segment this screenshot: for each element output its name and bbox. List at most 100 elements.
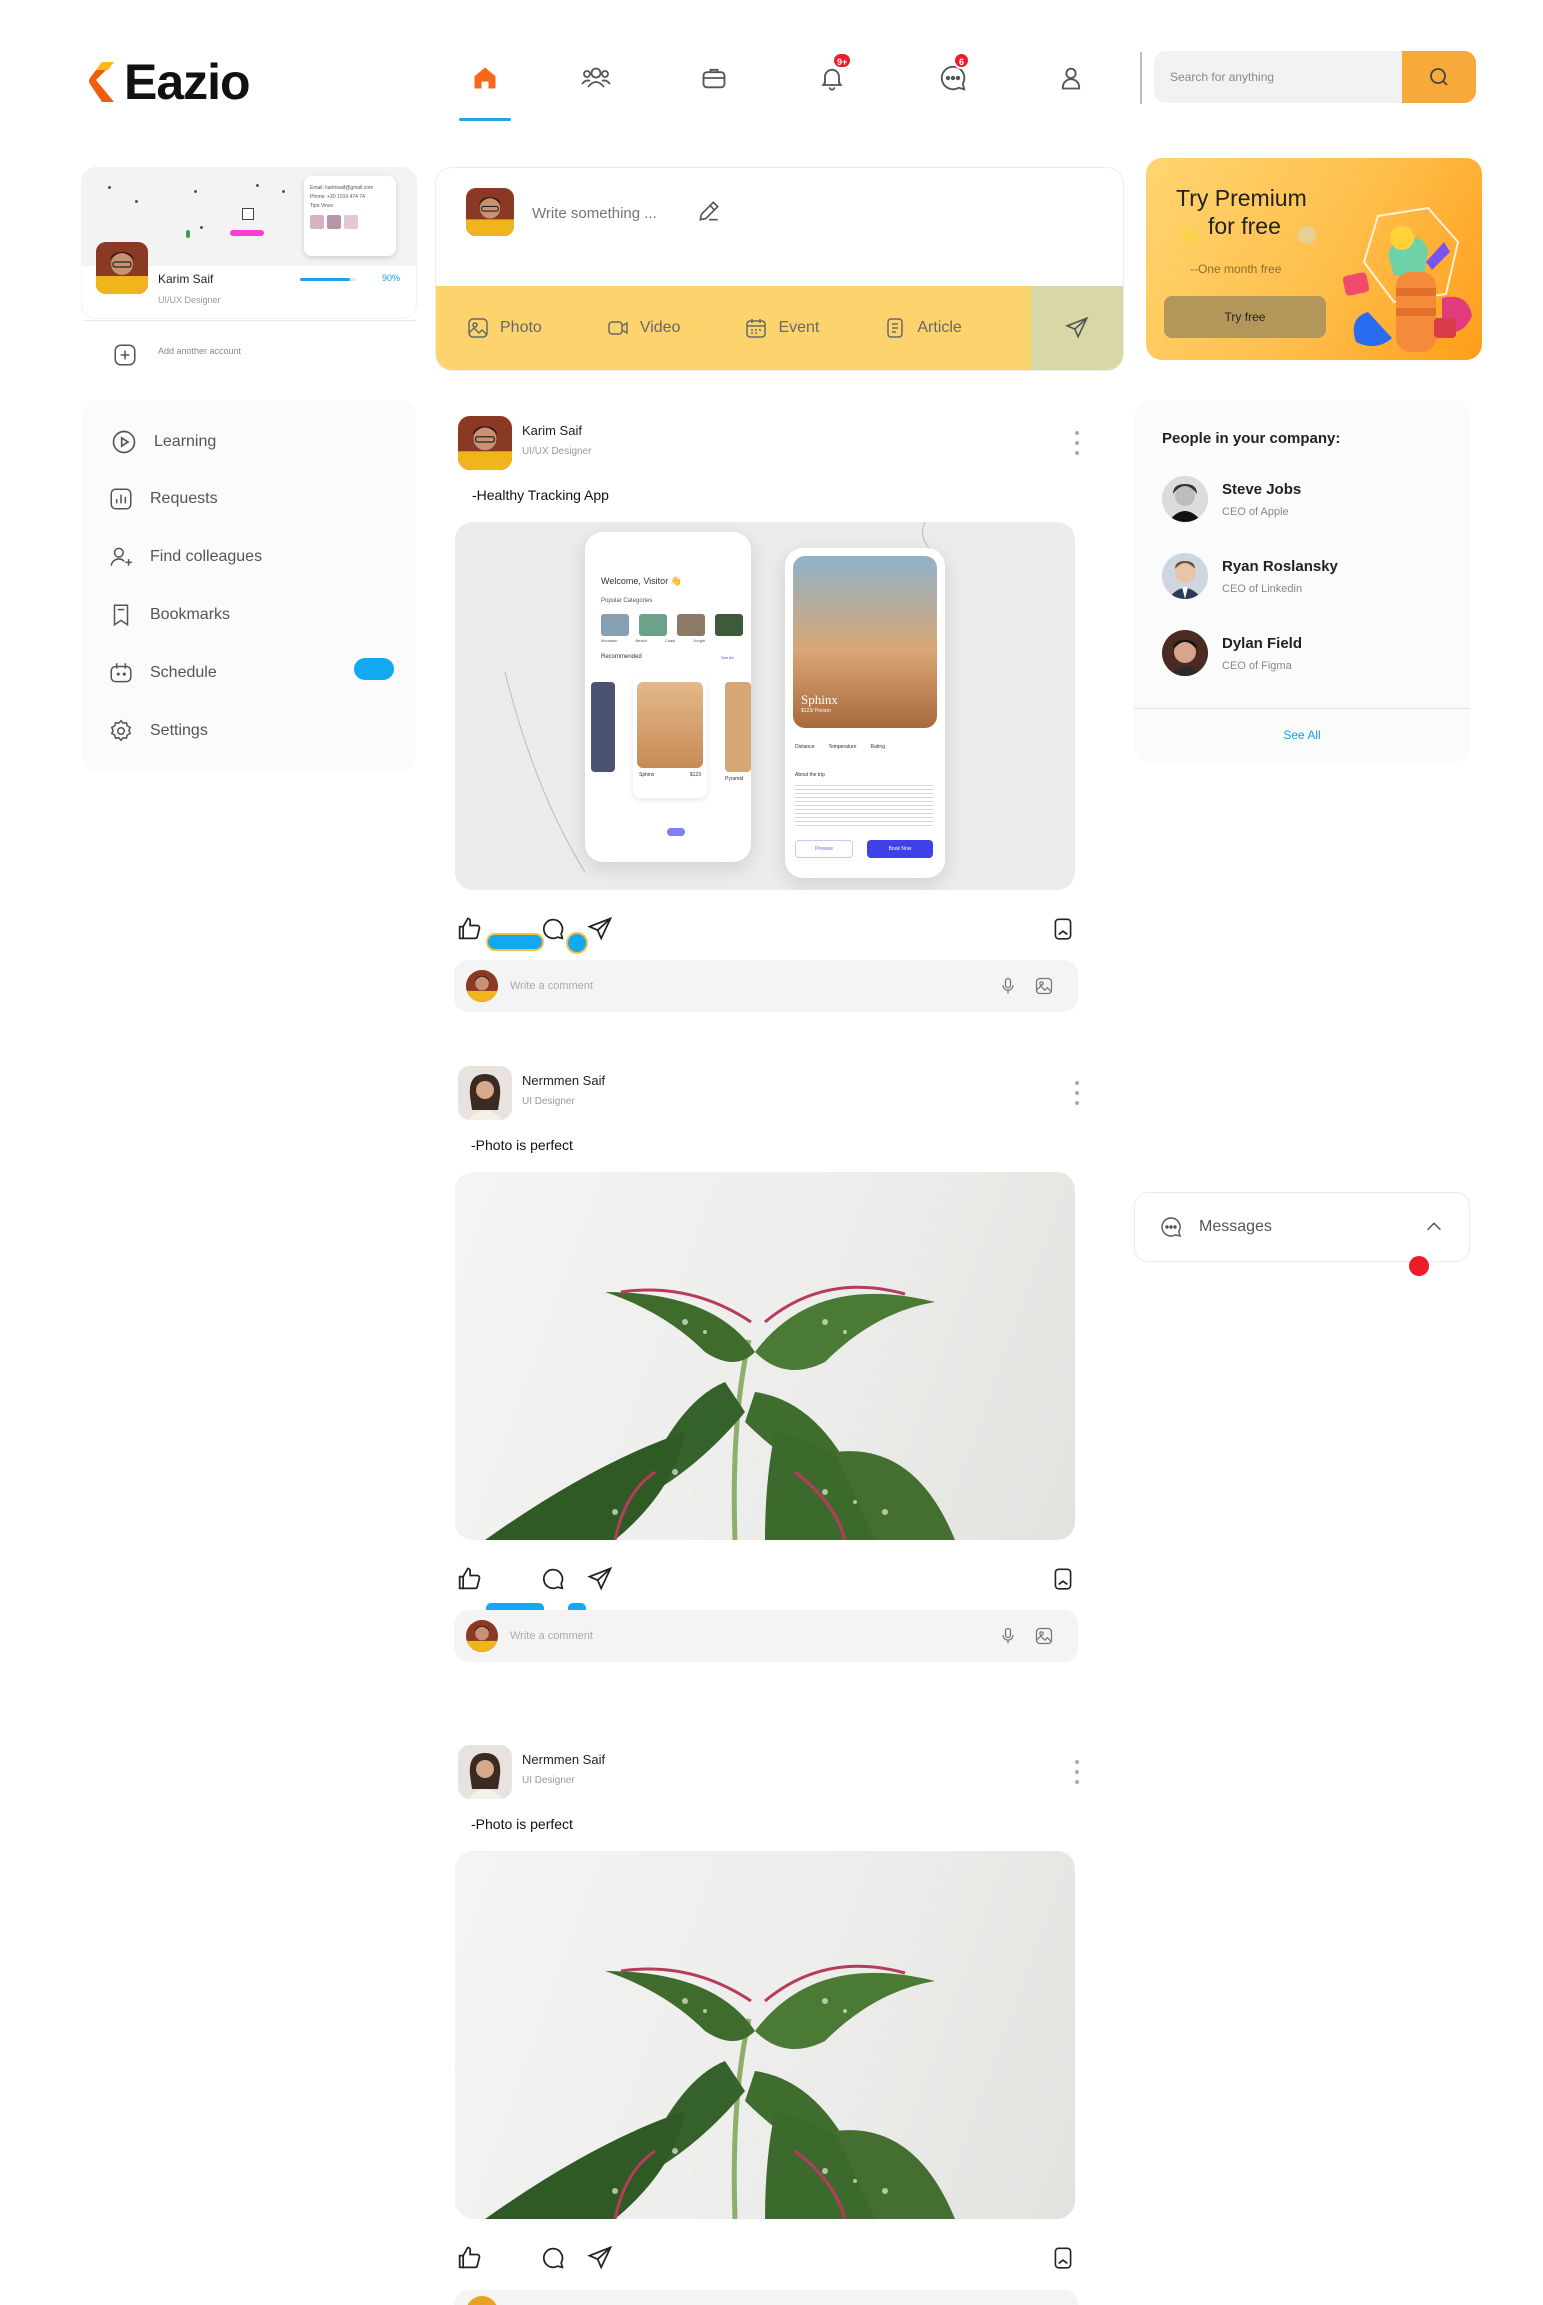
person-avatar	[1162, 630, 1208, 676]
menu-item-learning[interactable]: Learning	[110, 428, 216, 456]
menu-item-label: Find colleagues	[150, 548, 263, 565]
video-icon	[608, 321, 628, 335]
comment-input[interactable]	[510, 980, 998, 992]
nav-home[interactable]	[465, 58, 505, 98]
profile-name: Karim Saif	[158, 272, 214, 286]
messages-badge: 6	[953, 52, 970, 69]
send-icon	[1065, 316, 1089, 339]
nav-messages[interactable]: 6	[933, 52, 973, 98]
mockup-stats: Distance Temperature Rating	[795, 744, 885, 750]
profile-progress-fill	[300, 278, 351, 281]
post-author-avatar[interactable]	[458, 416, 512, 470]
mockup-phone-detail: Sphinx $123/ Person Distance Temperature…	[785, 548, 945, 878]
post-author-avatar[interactable]	[458, 1745, 512, 1799]
microphone-icon[interactable]	[998, 976, 1018, 996]
see-all-link[interactable]: See All	[1134, 728, 1470, 742]
bookmark-icon	[113, 604, 129, 627]
add-account-label: Add another account	[158, 346, 242, 356]
search-bar	[1154, 51, 1476, 103]
post-image[interactable]: Welcome, Visitor 👋 Popular Categories Mo…	[455, 522, 1075, 890]
schedule-toggle[interactable]	[354, 658, 394, 680]
chevron-up-icon[interactable]	[1423, 1216, 1445, 1238]
share-button[interactable]	[586, 2244, 614, 2272]
try-free-button[interactable]: Try free	[1164, 296, 1326, 338]
mockup-popular: Popular Categories	[601, 598, 653, 604]
search-button[interactable]	[1402, 51, 1476, 103]
person-row[interactable]: Steve Jobs CEO of Apple	[1162, 476, 1301, 522]
composer-action-label: Photo	[500, 319, 542, 336]
person-avatar	[1162, 553, 1208, 599]
profile-progress-label: 90%	[382, 273, 401, 283]
post-author-name[interactable]: Nermmen Saif	[522, 1752, 605, 1767]
composer-video-button[interactable]: Video	[606, 316, 680, 340]
image-icon[interactable]	[1034, 1626, 1054, 1646]
menu-item-label: Requests	[150, 490, 218, 507]
comment-input[interactable]	[510, 1630, 998, 1642]
post-image[interactable]	[455, 1172, 1075, 1540]
share-button[interactable]	[586, 915, 614, 943]
header-divider	[1140, 52, 1142, 104]
image-icon[interactable]	[1034, 976, 1054, 996]
post-author-name[interactable]: Nermmen Saif	[522, 1073, 605, 1088]
bookmark-icon	[1054, 2247, 1072, 2269]
person-row[interactable]: Ryan Roslansky CEO of Linkedin	[1162, 553, 1338, 599]
comment-box	[454, 2290, 1078, 2305]
composer-input[interactable]	[532, 198, 692, 228]
bookmark-button[interactable]	[1050, 2244, 1076, 2272]
composer-photo-button[interactable]: Photo	[466, 316, 542, 340]
microphone-icon[interactable]	[998, 1626, 1018, 1646]
comment-button[interactable]	[539, 1565, 567, 1593]
post-menu-button[interactable]	[1074, 431, 1080, 455]
menu-item-bookmarks[interactable]: Bookmarks	[108, 602, 230, 628]
comment-button[interactable]	[539, 2244, 567, 2272]
menu-item-requests[interactable]: Requests	[108, 486, 218, 512]
composer-event-button[interactable]: Event	[744, 316, 819, 340]
bookmark-button[interactable]	[1050, 1565, 1076, 1593]
messages-widget[interactable]: Messages	[1134, 1192, 1470, 1262]
search-input[interactable]	[1154, 51, 1402, 103]
composer-actions: Photo Video Event Article	[436, 286, 1123, 370]
nav-profile[interactable]	[1051, 58, 1091, 98]
post-composer: Photo Video Event Article	[436, 168, 1123, 370]
premium-subtitle: --One month free	[1190, 262, 1282, 276]
bookmark-button[interactable]	[1050, 915, 1076, 943]
edit-button[interactable]	[696, 198, 722, 224]
menu-item-label: Learning	[154, 433, 217, 450]
mockup-distance: Distance	[795, 744, 815, 750]
person-role: CEO of Apple	[1222, 505, 1289, 518]
person-name: Dylan Field	[1222, 634, 1303, 652]
article-icon	[887, 318, 904, 338]
nav-people[interactable]	[576, 58, 616, 98]
menu-item-schedule[interactable]: Schedule	[108, 660, 217, 686]
composer-article-button[interactable]: Article	[883, 316, 962, 340]
mockup-see-all: See All	[721, 655, 734, 660]
post-menu-button[interactable]	[1074, 1760, 1080, 1784]
comment-button[interactable]	[539, 915, 567, 943]
messages-widget-label: Messages	[1199, 1218, 1272, 1235]
mockup-rating: Rating	[870, 744, 885, 750]
person-avatar	[1162, 476, 1208, 522]
mockup-category-label: Jungle	[693, 638, 706, 643]
post-author-name[interactable]: Karim Saif	[522, 423, 591, 438]
profile-avatar[interactable]	[96, 242, 148, 294]
nav-notifications[interactable]: 9+	[812, 52, 853, 98]
menu-item-settings[interactable]: Settings	[108, 718, 208, 744]
chat-icon	[1161, 1217, 1181, 1237]
send-icon	[587, 1566, 613, 1591]
post-author-avatar[interactable]	[458, 1066, 512, 1120]
post-image[interactable]	[455, 1851, 1075, 2219]
plus-square-icon	[114, 344, 136, 366]
person-role: CEO of Figma	[1222, 659, 1292, 672]
person-row[interactable]: Dylan Field CEO of Figma	[1162, 630, 1302, 676]
like-button[interactable]	[455, 2244, 483, 2272]
share-button[interactable]	[586, 1565, 614, 1593]
nav-jobs[interactable]	[694, 58, 734, 98]
like-button[interactable]	[455, 915, 483, 943]
mini-card-phone: Phone: +20 1010 474 74	[310, 194, 365, 200]
logo-text: Eazio	[124, 54, 251, 110]
add-account-button[interactable]: Add another account	[112, 342, 241, 368]
like-button[interactable]	[455, 1565, 483, 1593]
menu-item-find-colleagues[interactable]: Find colleagues	[108, 544, 262, 570]
post-menu-button[interactable]	[1074, 1081, 1080, 1105]
composer-send-button[interactable]	[1031, 286, 1123, 370]
